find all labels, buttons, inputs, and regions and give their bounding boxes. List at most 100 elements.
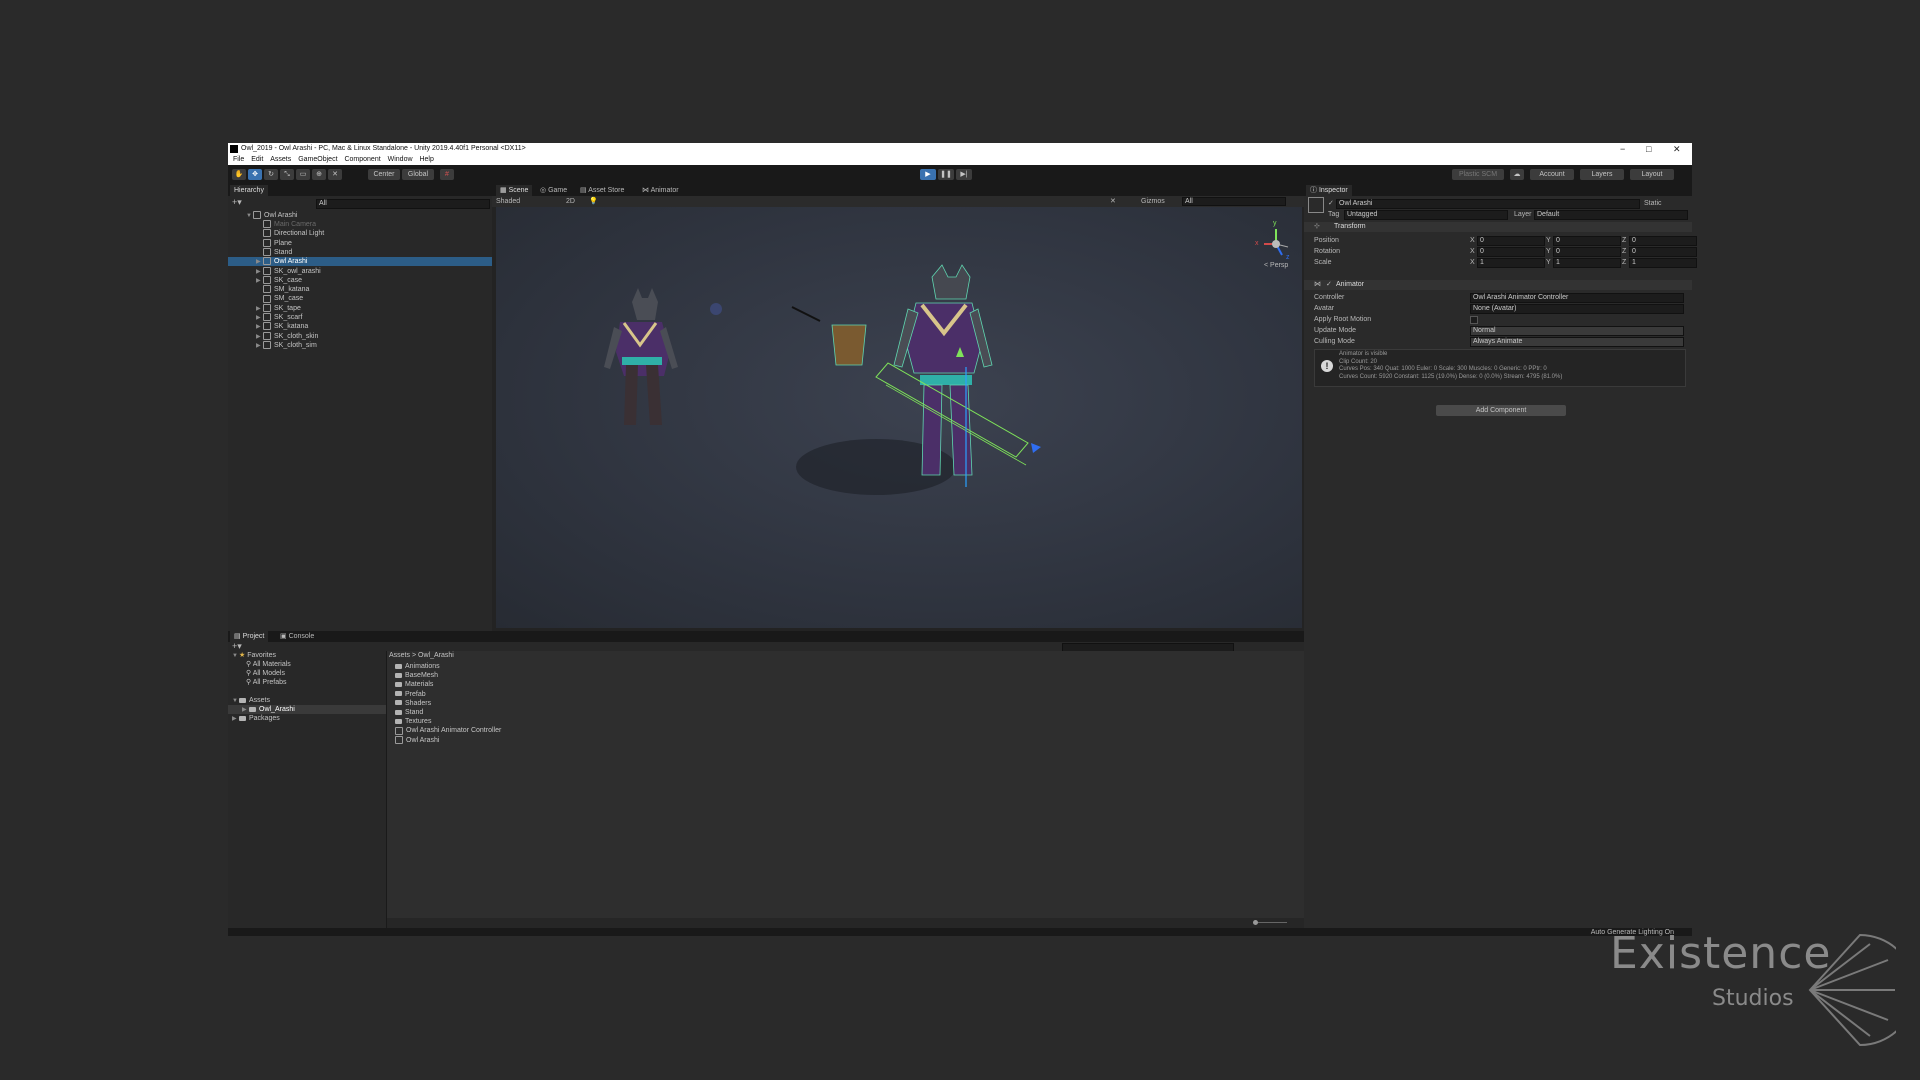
owl-arashi-folder-item[interactable]: ▶ Owl_Arashi xyxy=(228,705,386,714)
asset-folder-item[interactable]: Materials xyxy=(395,680,433,689)
hierarchy-item[interactable]: ▶ SK_scarf xyxy=(228,313,492,322)
layers-dropdown[interactable]: Layers xyxy=(1580,169,1624,180)
asset-folder-item[interactable]: BaseMesh xyxy=(395,671,438,680)
close-button[interactable]: ✕ xyxy=(1673,143,1681,155)
favorite-item[interactable]: ⚲ All Prefabs xyxy=(246,678,287,687)
transform-tool-icon[interactable]: ⊕ xyxy=(312,169,326,180)
create-plus-icon[interactable]: +▾ xyxy=(232,198,242,207)
hierarchy-item[interactable]: Directional Light xyxy=(228,229,492,238)
pivot-center-toggle[interactable]: Center xyxy=(368,169,400,180)
hierarchy-item[interactable]: ▶ Owl Arashi xyxy=(228,257,492,267)
asset-folder-item[interactable]: Stand xyxy=(395,708,423,717)
animator-enabled-checkbox[interactable]: ✓ xyxy=(1326,280,1332,289)
menu-edit[interactable]: Edit xyxy=(251,156,263,163)
menu-window[interactable]: Window xyxy=(388,156,413,163)
asset-folder-item[interactable]: Shaders xyxy=(395,699,431,708)
project-create-icon[interactable]: +▾ xyxy=(232,642,242,651)
menu-file[interactable]: File xyxy=(233,156,244,163)
layout-dropdown[interactable]: Layout xyxy=(1630,169,1674,180)
zoom-slider[interactable] xyxy=(1257,922,1287,923)
orientation-gizmo[interactable] xyxy=(1264,229,1289,256)
menu-gameobject[interactable]: GameObject xyxy=(298,156,337,163)
custom-tool-icon[interactable]: ✕ xyxy=(328,169,342,180)
culling-mode-dropdown[interactable]: Always Animate xyxy=(1470,337,1684,347)
scale-y-field[interactable]: 1 xyxy=(1553,258,1621,268)
hierarchy-scene-root[interactable]: ▼ Owl Arashi xyxy=(228,211,492,220)
pivot-space-toggle[interactable]: Global xyxy=(402,169,434,180)
static-toggle[interactable]: Static xyxy=(1644,199,1662,208)
snap-grid-icon[interactable]: # xyxy=(440,169,454,180)
hierarchy-item[interactable]: Plane xyxy=(228,238,492,248)
transform-header[interactable]: ⊹ Transform xyxy=(1304,222,1692,232)
rotation-y-field[interactable]: 0 xyxy=(1553,247,1621,257)
tools-icon[interactable]: ✕ xyxy=(1110,197,1116,206)
play-button[interactable]: ▶ xyxy=(920,169,936,180)
rotate-tool-icon[interactable]: ↻ xyxy=(264,169,278,180)
account-dropdown[interactable]: Account xyxy=(1530,169,1574,180)
hierarchy-item[interactable]: Main Camera xyxy=(228,220,492,229)
favorites-item[interactable]: ▼★ Favorites xyxy=(232,651,276,660)
maximize-button[interactable]: □ xyxy=(1646,143,1651,155)
tab-animator[interactable]: ⋈ Animator xyxy=(638,185,683,196)
zoom-slider-handle[interactable] xyxy=(1253,920,1258,925)
pause-button[interactable]: ❚❚ xyxy=(938,169,954,180)
menu-help[interactable]: Help xyxy=(419,156,433,163)
tag-dropdown[interactable]: Untagged xyxy=(1344,210,1508,220)
scale-z-field[interactable]: 1 xyxy=(1629,258,1697,268)
minimize-button[interactable]: − xyxy=(1620,143,1625,155)
rotation-x-field[interactable]: 0 xyxy=(1477,247,1545,257)
controller-field[interactable]: Owl Arashi Animator Controller xyxy=(1470,293,1684,303)
rect-tool-icon[interactable]: ▭ xyxy=(296,169,310,180)
breadcrumb-assets[interactable]: Assets xyxy=(389,652,410,659)
menu-component[interactable]: Component xyxy=(344,156,380,163)
active-checkbox[interactable]: ✓ xyxy=(1328,199,1334,208)
animator-header[interactable]: ⋈ ✓ Animator xyxy=(1304,280,1692,290)
scene-search-input[interactable]: All xyxy=(1182,197,1286,206)
avatar-field[interactable]: None (Avatar) xyxy=(1470,304,1684,314)
hierarchy-search-input[interactable]: All xyxy=(316,199,490,209)
lighting-toggle-icon[interactable]: 💡 xyxy=(589,197,598,206)
rotation-z-field[interactable]: 0 xyxy=(1629,247,1697,257)
packages-item[interactable]: ▶ Packages xyxy=(232,714,280,723)
toggle-2d-button[interactable]: 2D xyxy=(566,197,575,206)
asset-file-item[interactable]: Owl Arashi Animator Controller xyxy=(395,726,501,735)
asset-folder-item[interactable]: Textures xyxy=(395,717,431,726)
asset-file-item[interactable]: Owl Arashi xyxy=(395,735,439,745)
hierarchy-item[interactable]: SM_case xyxy=(228,294,492,303)
position-z-field[interactable]: 0 xyxy=(1629,236,1697,246)
plastic-scm-button[interactable]: Plastic SCM xyxy=(1452,169,1504,180)
favorite-item[interactable]: ⚲ All Materials xyxy=(246,660,291,669)
step-button[interactable]: ▶| xyxy=(956,169,972,180)
apply-root-motion-checkbox[interactable] xyxy=(1470,316,1478,324)
tab-hierarchy[interactable]: Hierarchy xyxy=(230,185,268,196)
hierarchy-item[interactable]: Stand xyxy=(228,248,492,257)
tab-game[interactable]: ◎ Game xyxy=(536,185,571,196)
tab-scene[interactable]: ▦ Scene xyxy=(496,185,533,196)
update-mode-dropdown[interactable]: Normal xyxy=(1470,326,1684,336)
position-y-field[interactable]: 0 xyxy=(1553,236,1621,246)
tab-console[interactable]: ▣ Console xyxy=(276,631,318,642)
scale-tool-icon[interactable]: ⤡ xyxy=(280,169,294,180)
hierarchy-item[interactable]: ▶ SK_tape xyxy=(228,303,492,313)
hierarchy-item[interactable]: SM_katana xyxy=(228,285,492,294)
assets-item[interactable]: ▼ Assets xyxy=(232,696,270,705)
menu-assets[interactable]: Assets xyxy=(270,156,291,163)
tab-inspector[interactable]: ⓘ Inspector xyxy=(1306,185,1352,196)
scene-viewport[interactable]: x y z < Persp xyxy=(496,207,1302,628)
hierarchy-item[interactable]: ▶ SK_cloth_sim xyxy=(228,341,492,350)
scale-x-field[interactable]: 1 xyxy=(1477,258,1545,268)
breadcrumb-owl-arashi[interactable]: Owl_Arashi xyxy=(418,652,454,659)
hand-tool-icon[interactable]: ✋ xyxy=(232,169,246,180)
move-tool-icon[interactable]: ✥ xyxy=(248,169,262,180)
asset-folder-item[interactable]: Prefab xyxy=(395,690,426,699)
layer-dropdown[interactable]: Default xyxy=(1534,210,1688,220)
gizmos-dropdown[interactable]: Gizmos xyxy=(1141,197,1165,206)
add-component-button[interactable]: Add Component xyxy=(1436,405,1566,416)
object-name-field[interactable]: Owl Arashi xyxy=(1336,199,1640,209)
position-x-field[interactable]: 0 xyxy=(1477,236,1545,246)
favorite-item[interactable]: ⚲ All Models xyxy=(246,669,285,678)
hierarchy-item[interactable]: ▶ SK_owl_arashi xyxy=(228,266,492,276)
expand-arrow-icon[interactable]: ▶ xyxy=(256,342,263,351)
tab-asset-store[interactable]: ▤ Asset Store xyxy=(576,185,628,196)
hierarchy-item[interactable]: ▶ SK_cloth_skin xyxy=(228,331,492,341)
